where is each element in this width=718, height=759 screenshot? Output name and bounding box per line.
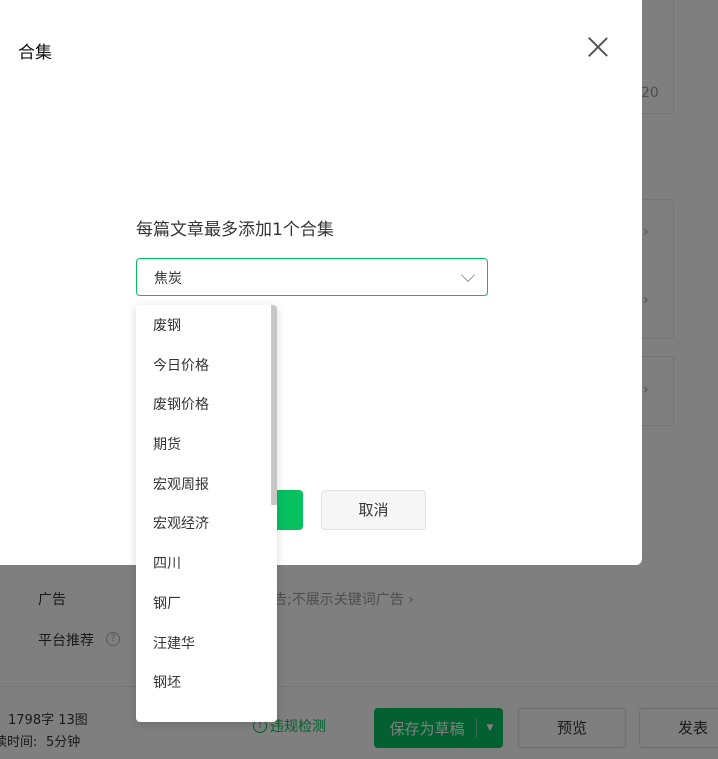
dialog-title: 合集 bbox=[18, 43, 52, 63]
collection-option-list: 废钢 今日价格 废钢价格 期货 宏观周报 宏观经济 四川 钢厂 汪建华 钢坯 bbox=[136, 305, 277, 704]
close-icon[interactable] bbox=[585, 34, 611, 60]
collection-option[interactable]: 四川 bbox=[136, 545, 277, 585]
dropdown-scrollbar[interactable] bbox=[271, 305, 277, 505]
chevron-down-icon bbox=[460, 267, 476, 283]
collection-option[interactable]: 废钢价格 bbox=[136, 386, 277, 426]
collection-option[interactable]: 今日价格 bbox=[136, 347, 277, 387]
collection-option[interactable]: 钢厂 bbox=[136, 585, 277, 625]
collection-option[interactable]: 废钢 bbox=[136, 307, 277, 347]
collection-dropdown: 废钢 今日价格 废钢价格 期货 宏观周报 宏观经济 四川 钢厂 汪建华 钢坯 bbox=[136, 305, 277, 722]
collection-dialog: 合集 每篇文章最多添加1个合集 焦炭 取消 bbox=[0, 0, 642, 565]
collection-option[interactable]: 宏观周报 bbox=[136, 466, 277, 506]
collection-option[interactable]: 钢坯 bbox=[136, 664, 277, 704]
selected-collection: 焦炭 bbox=[154, 271, 182, 287]
cancel-button[interactable]: 取消 bbox=[321, 490, 426, 530]
collection-select[interactable]: 焦炭 bbox=[136, 258, 488, 296]
collection-limit-hint: 每篇文章最多添加1个合集 bbox=[136, 220, 334, 240]
collection-option[interactable]: 宏观经济 bbox=[136, 505, 277, 545]
collection-option[interactable]: 汪建华 bbox=[136, 625, 277, 665]
collection-option[interactable]: 期货 bbox=[136, 426, 277, 466]
